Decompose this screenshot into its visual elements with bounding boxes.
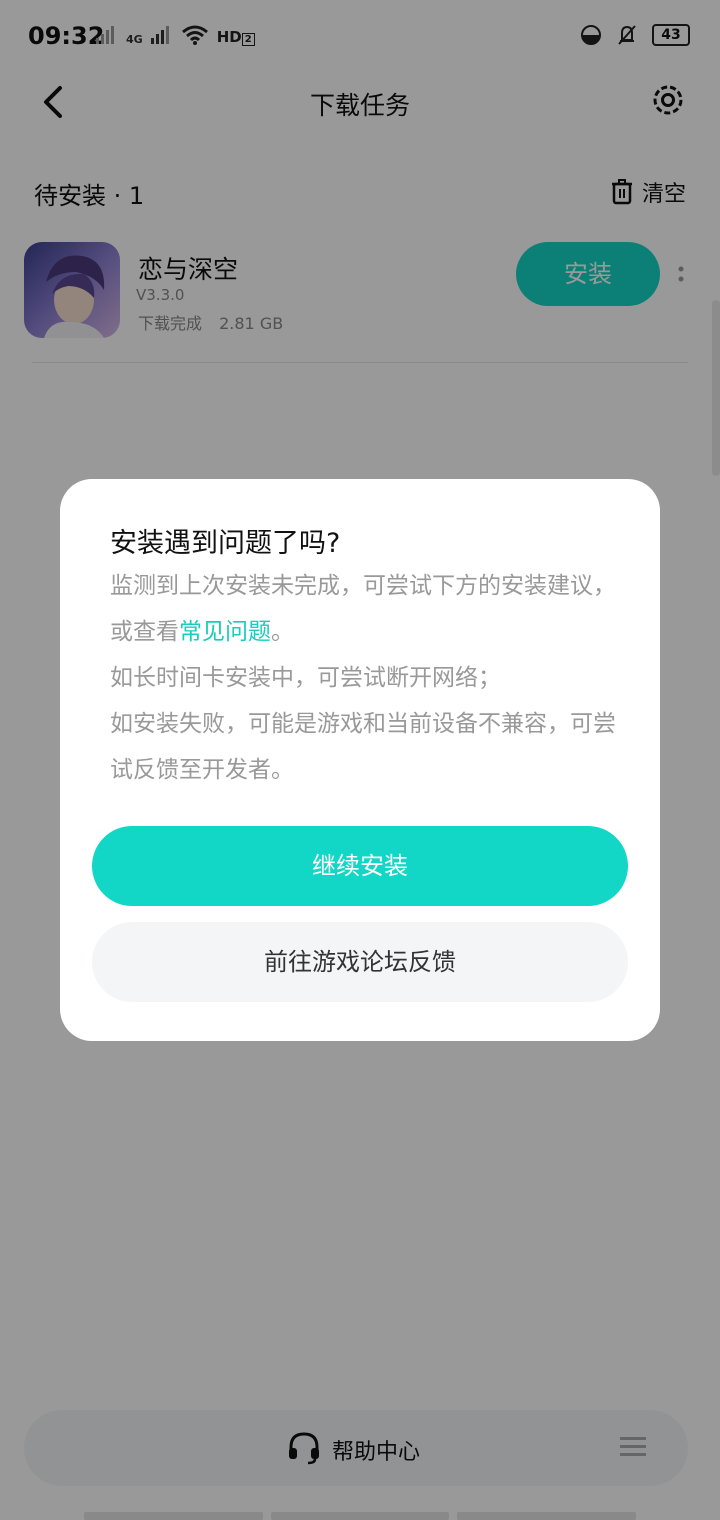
dialog-title: 安装遇到问题了吗? [110, 528, 341, 559]
dialog-body: 监测到上次安装未完成，可尝试下方的安装建议，或查看常见问题。 如长时间卡安装中，… [110, 563, 620, 793]
dialog-paragraph-1: 监测到上次安装未完成，可尝试下方的安装建议，或查看常见问题。 [110, 563, 620, 655]
dialog-paragraph-2: 如长时间卡安装中，可尝试断开网络； [110, 665, 501, 691]
faq-link[interactable]: 常见问题 [179, 619, 271, 645]
dialog-paragraph-3: 如安装失败，可能是游戏和当前设备不兼容，可尝试反馈至开发者。 [110, 711, 616, 783]
dialog-text-1-suffix: 。 [271, 619, 294, 645]
continue-install-button[interactable]: 继续安装 [92, 826, 628, 906]
download-tasks-screen: 09:32 4G HD 2 43 下载任务 待安装 · 1 清空 恋与深空 V3… [0, 0, 720, 1520]
install-problem-dialog: 安装遇到问题了吗? 监测到上次安装未完成，可尝试下方的安装建议，或查看常见问题。… [60, 479, 660, 1041]
forum-feedback-button[interactable]: 前往游戏论坛反馈 [92, 922, 628, 1002]
